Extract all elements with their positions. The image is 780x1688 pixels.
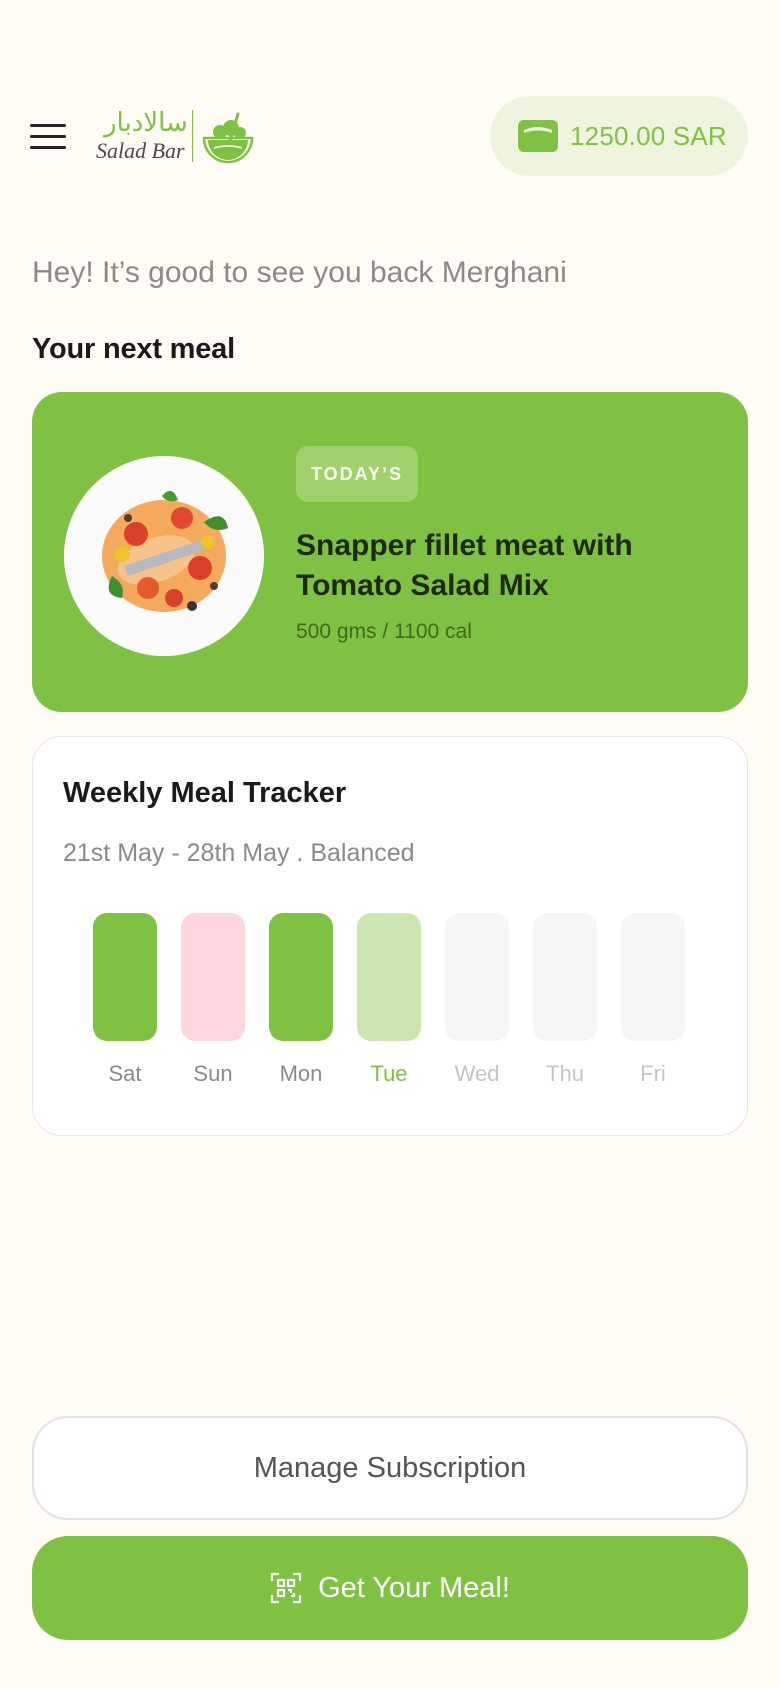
greeting-text: Hey! It’s good to see you back Merghani bbox=[32, 256, 567, 289]
logo-arabic-text: سالادبار bbox=[104, 108, 188, 138]
tracker-title: Weekly Meal Tracker bbox=[63, 777, 347, 809]
tracker-day-label: Thu bbox=[546, 1061, 584, 1086]
weekly-meal-tracker: Weekly Meal Tracker 21st May - 28th May … bbox=[32, 736, 748, 1136]
home-screen: سالادبار Salad Bar 1250.00 SAR Hey! It’s… bbox=[0, 0, 780, 1688]
tracker-day-label: Mon bbox=[279, 1061, 323, 1086]
next-meal-heading: Your next meal bbox=[32, 333, 235, 365]
wallet-icon bbox=[518, 120, 558, 152]
tracker-day-sat[interactable]: Sat bbox=[93, 913, 157, 1087]
meal-image bbox=[64, 456, 264, 656]
tracker-day-bar bbox=[621, 913, 685, 1041]
tracker-day-fri[interactable]: Fri bbox=[621, 913, 685, 1087]
logo-divider bbox=[192, 110, 193, 162]
tracker-day-label: Tue bbox=[370, 1061, 408, 1086]
tracker-day-thu[interactable]: Thu bbox=[533, 913, 597, 1087]
manage-subscription-label: Manage Subscription bbox=[253, 1451, 527, 1484]
tracker-day-tue[interactable]: Tue bbox=[357, 913, 421, 1087]
tracker-day-wed[interactable]: Wed bbox=[445, 913, 509, 1087]
menu-icon[interactable] bbox=[30, 124, 66, 150]
meal-info: 500 gms / 1100 cal bbox=[296, 620, 472, 643]
tracker-day-bar bbox=[181, 913, 245, 1041]
get-your-meal-button[interactable]: Get Your Meal! bbox=[32, 1536, 748, 1640]
qr-code-icon bbox=[270, 1572, 302, 1604]
tracker-day-label: Sun bbox=[193, 1061, 233, 1086]
tracker-day-label: Sat bbox=[108, 1061, 142, 1086]
salad-bowl-icon bbox=[202, 112, 254, 164]
get-your-meal-label: Get Your Meal! bbox=[318, 1571, 510, 1604]
tracker-day-bar bbox=[445, 913, 509, 1041]
wallet-amount: 1250.00 SAR bbox=[570, 120, 727, 151]
tracker-day-label: Fri bbox=[640, 1061, 666, 1086]
wallet-balance-button[interactable]: 1250.00 SAR bbox=[490, 96, 748, 176]
today-badge: TODAY’S bbox=[296, 446, 418, 502]
salad-bar-logo: سالادبار Salad Bar bbox=[94, 108, 262, 164]
tracker-day-bar bbox=[357, 913, 421, 1041]
tracker-day-bar bbox=[533, 913, 597, 1041]
logo-english-text: Salad Bar bbox=[96, 138, 185, 163]
tracker-day-mon[interactable]: Mon bbox=[269, 913, 333, 1087]
tracker-day-label: Wed bbox=[454, 1061, 500, 1086]
next-meal-card[interactable]: TODAY’S Snapper fillet meat with Tomato … bbox=[32, 392, 748, 712]
tracker-day-bar bbox=[93, 913, 157, 1041]
meal-name: Snapper fillet meat with Tomato Salad Mi… bbox=[296, 529, 633, 602]
manage-subscription-button[interactable]: Manage Subscription bbox=[32, 1416, 748, 1520]
tracker-day-sun[interactable]: Sun bbox=[181, 913, 245, 1087]
tracker-day-bar bbox=[269, 913, 333, 1041]
tracker-subtitle: 21st May - 28th May . Balanced bbox=[63, 839, 415, 867]
